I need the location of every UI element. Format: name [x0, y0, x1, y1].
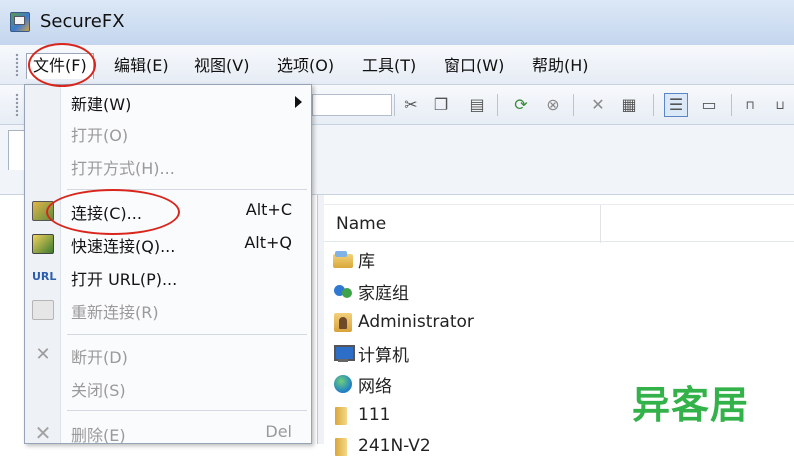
view-details-icon[interactable]: ☰ [664, 93, 688, 117]
menu-edit[interactable]: 编辑(E) [108, 53, 175, 79]
column-divider[interactable] [600, 205, 601, 243]
sort-alt-icon[interactable]: ⊔ [768, 93, 792, 117]
menu-separator [67, 410, 307, 411]
disconnect-icon: ✕ [35, 344, 51, 365]
file-name: 家庭组 [358, 283, 409, 304]
refresh-icon[interactable]: ⟳ [509, 93, 533, 117]
toolbar-separator [653, 94, 654, 116]
menu-view[interactable]: 视图(V) [188, 53, 255, 79]
file-name: 241N-V2 [358, 436, 431, 456]
folder-icon [332, 435, 354, 457]
menu-window[interactable]: 窗口(W) [438, 53, 510, 79]
menu-item-label: 打开方式(H)... [71, 159, 175, 178]
stop-icon[interactable]: ⊗ [541, 93, 565, 117]
file-name: 计算机 [358, 345, 409, 366]
menu-item-shortcut: Alt+Q [244, 233, 292, 252]
address-combo[interactable] [312, 94, 392, 116]
menu-help[interactable]: 帮助(H) [526, 53, 595, 79]
computer-icon [332, 342, 355, 364]
title-bar: SecureFX [0, 0, 794, 45]
file-row-network[interactable]: 网络 [332, 370, 392, 398]
menubar-grip-handle[interactable] [15, 53, 19, 77]
submenu-arrow-icon [295, 96, 302, 108]
menu-bar: 文件(F) 编辑(E) 视图(V) 选项(O) 工具(T) 窗口(W) 帮助(H… [0, 45, 794, 85]
sort-icon[interactable]: ⊓ [738, 93, 762, 117]
menu-options[interactable]: 选项(O) [271, 53, 340, 79]
menu-item-label: 重新连接(R) [71, 303, 159, 322]
file-name: 111 [358, 405, 391, 425]
menu-item-new[interactable]: 新建(W) [25, 87, 312, 117]
library-icon [332, 248, 354, 270]
file-row-homegroup[interactable]: 家庭组 [332, 277, 409, 305]
view-other-icon[interactable]: ▭ [697, 93, 721, 117]
menu-item-close: 关闭(S) [25, 373, 312, 403]
menu-separator [67, 334, 307, 335]
properties-icon[interactable]: ▦ [617, 93, 641, 117]
menu-item-disconnect: ✕ 断开(D) [25, 340, 312, 370]
file-row-111[interactable]: 111 [332, 401, 390, 429]
toolbar-separator [573, 94, 574, 116]
copy-icon[interactable]: ❐ [429, 93, 453, 117]
menu-item-open: 打开(O) [25, 118, 312, 148]
reconnect-icon [32, 300, 54, 320]
network-icon [332, 373, 354, 395]
menu-item-label: 打开(O) [71, 126, 129, 145]
toolbar-separator [731, 94, 732, 116]
file-row-library[interactable]: 库 [332, 245, 375, 273]
paste-icon[interactable]: ▤ [465, 93, 489, 117]
file-row-241n-v2[interactable]: 241N-V2 [332, 432, 431, 460]
file-menu-dropdown: 新建(W) 打开(O) 打开方式(H)... 连接(C)... Alt+C 快速… [24, 84, 312, 445]
menu-item-open-url[interactable]: URL 打开 URL(P)... [25, 262, 312, 292]
file-name: 网络 [358, 376, 392, 397]
url-icon: URL [32, 270, 57, 283]
delete-icon: ✕ [34, 421, 52, 445]
menu-tools[interactable]: 工具(T) [356, 53, 422, 79]
toolbar-separator [394, 94, 395, 116]
menu-item-label: 打开 URL(P)... [71, 270, 178, 289]
menu-item-quick-connect[interactable]: 快速连接(Q)... Alt+Q [25, 229, 312, 259]
window-title: SecureFX [40, 11, 125, 32]
toolbar-separator [497, 94, 498, 116]
annotation-circle-connect [46, 189, 180, 235]
menu-item-open-with: 打开方式(H)... [25, 151, 312, 181]
quick-connect-icon [32, 234, 54, 254]
menu-item-label: 快速连接(Q)... [71, 237, 176, 256]
file-name: 库 [358, 251, 375, 272]
menu-item-shortcut: Alt+C [245, 200, 292, 219]
annotation-circle-file-menu [28, 43, 96, 87]
menu-item-reconnect: 重新连接(R) [25, 295, 312, 325]
menu-item-label: 关闭(S) [71, 381, 126, 400]
folder-icon [332, 404, 354, 426]
watermark-logo: 异客居 [632, 383, 750, 427]
toolbar-grip-handle[interactable] [15, 93, 19, 117]
menu-item-label: 删除(E) [71, 426, 126, 445]
file-row-computer[interactable]: 计算机 [332, 339, 409, 367]
cut-icon[interactable]: ✂ [399, 93, 423, 117]
delete-icon[interactable]: ✕ [586, 93, 610, 117]
file-row-administrator[interactable]: Administrator [332, 308, 474, 336]
column-header: Name [324, 204, 794, 243]
menu-item-label: 新建(W) [71, 95, 132, 114]
homegroup-icon [332, 280, 354, 302]
menu-item-label: 断开(D) [71, 348, 128, 367]
securefx-app-icon [10, 12, 30, 32]
user-folder-icon [332, 311, 354, 333]
menu-item-shortcut: Del [265, 422, 292, 441]
name-column-header[interactable]: Name [336, 214, 386, 234]
file-name: Administrator [358, 312, 474, 332]
